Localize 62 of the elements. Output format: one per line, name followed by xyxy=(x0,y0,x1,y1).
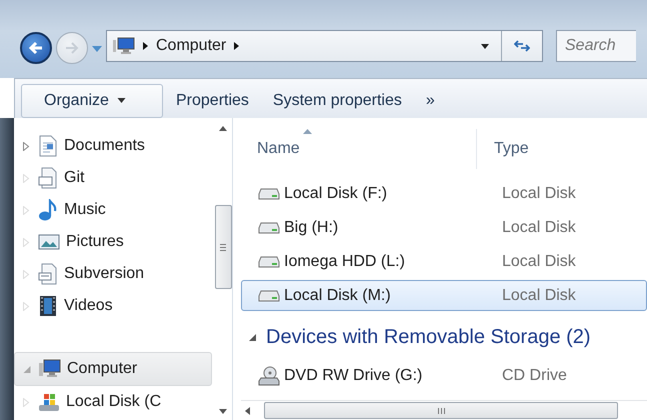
drive-row[interactable]: Local Disk (F:) Local Disk xyxy=(241,178,647,209)
scrollbar[interactable] xyxy=(241,400,647,420)
chevron-icon xyxy=(143,42,148,50)
toolbar-button[interactable]: Properties xyxy=(165,84,260,118)
search-field[interactable]: Search xyxy=(556,30,636,62)
expanded-icon xyxy=(249,334,256,340)
breadcrumb[interactable]: Computer xyxy=(156,37,226,55)
sidebar-item[interactable]: Local Disk (C xyxy=(14,386,214,418)
column-header[interactable]: Type xyxy=(477,129,597,169)
drive-icon xyxy=(38,392,60,412)
document-icon xyxy=(38,135,58,157)
search-input[interactable]: Search xyxy=(557,36,637,56)
sidebar-item[interactable]: Pictures xyxy=(14,226,214,258)
drive-name: Iomega HDD (L:) xyxy=(284,252,405,270)
scroll-down-icon[interactable] xyxy=(219,409,227,414)
drive-type: CD Drive xyxy=(502,366,567,384)
drive-row[interactable]: Big (H:) Local Disk xyxy=(241,212,647,243)
film-icon xyxy=(38,295,58,317)
drive-icon xyxy=(258,290,280,302)
document-icon xyxy=(38,263,58,285)
toolbar-button[interactable]: » xyxy=(414,84,446,118)
drive-row[interactable]: Local Disk (M:) Local Disk xyxy=(241,280,647,311)
drive-name: DVD RW Drive (G:) xyxy=(284,366,422,384)
music-note-icon xyxy=(38,199,58,221)
drive-icon xyxy=(258,256,280,268)
drive-icon xyxy=(258,222,280,234)
group-header[interactable]: Devices with Removable Storage (2) xyxy=(241,314,647,360)
dropdown-icon[interactable] xyxy=(481,44,489,48)
toolbar-button[interactable]: Organize xyxy=(21,84,163,118)
chevron-icon xyxy=(234,42,240,50)
picture-icon xyxy=(38,233,60,251)
refresh-icon xyxy=(514,39,530,53)
caret-icon xyxy=(116,98,126,103)
sidebar-item[interactable]: Documents xyxy=(14,130,214,162)
sort-arrow-icon xyxy=(303,129,312,134)
drive-name: Local Disk (F:) xyxy=(284,184,388,202)
drive-type: Local Disk xyxy=(502,252,576,270)
dvd-drive-icon xyxy=(258,366,280,386)
sidebar-item[interactable]: Computer xyxy=(14,352,212,386)
grip-icon xyxy=(220,244,226,250)
drive-type: Local Disk xyxy=(502,286,576,304)
sidebar-item[interactable]: Videos xyxy=(14,290,214,322)
sidebar-item[interactable]: Subversion xyxy=(14,258,214,290)
document-icon xyxy=(38,167,58,189)
sidebar-item[interactable]: Git xyxy=(14,162,214,194)
drive-row[interactable]: DVD RW Drive (G:) CD Drive xyxy=(241,360,647,391)
drive-row[interactable]: Iomega HDD (L:) Local Disk xyxy=(241,246,647,277)
drive-type: Local Disk xyxy=(502,218,576,236)
scroll-left-icon[interactable] xyxy=(245,406,250,414)
drive-name: Local Disk (M:) xyxy=(284,286,391,304)
address-bar[interactable]: Computer xyxy=(106,30,543,62)
toolbar-button[interactable]: System properties xyxy=(262,84,413,118)
computer-icon xyxy=(113,37,135,55)
drive-icon xyxy=(258,188,280,200)
sidebar-item[interactable]: Music xyxy=(14,194,214,226)
scroll-up-icon[interactable] xyxy=(219,126,227,131)
grip-icon xyxy=(438,408,444,414)
back-button[interactable] xyxy=(20,32,52,64)
computer-icon xyxy=(39,359,61,379)
column-header[interactable]: Name xyxy=(241,129,477,169)
drive-type: Local Disk xyxy=(502,184,576,202)
drive-name: Big (H:) xyxy=(284,218,338,236)
